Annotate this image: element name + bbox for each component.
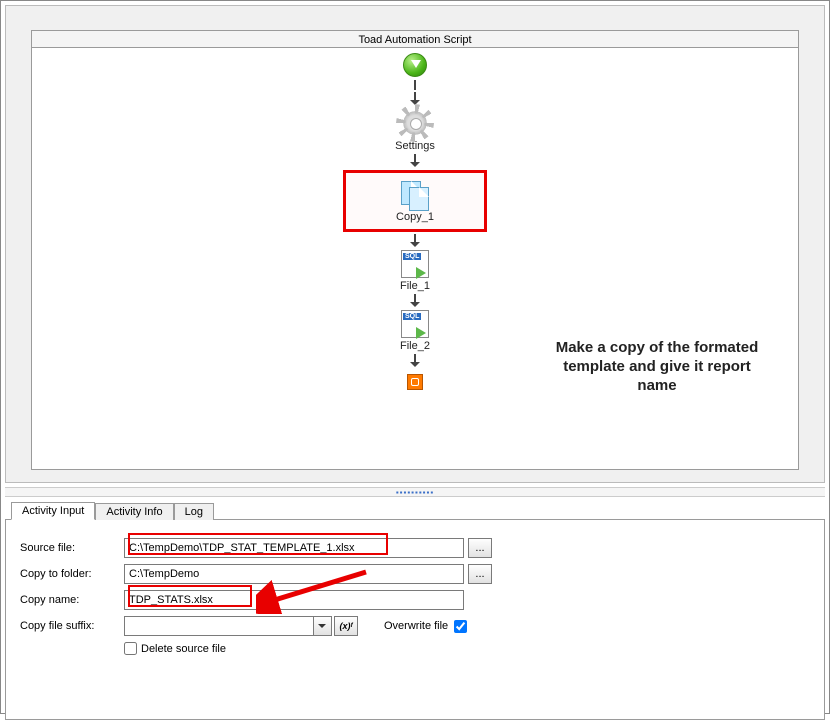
end-node[interactable] xyxy=(407,370,423,390)
canvas-title: Toad Automation Script xyxy=(31,30,799,48)
copy-name-input[interactable] xyxy=(124,590,464,610)
stop-icon xyxy=(407,374,423,390)
source-file-label: Source file: xyxy=(20,542,124,554)
delete-source-row[interactable]: Delete source file xyxy=(124,642,810,655)
overwrite-block[interactable]: Overwrite file xyxy=(384,620,467,633)
copy-node-selected[interactable]: Copy_1 xyxy=(343,170,487,232)
overwrite-label: Overwrite file xyxy=(384,620,448,632)
suffix-dropdown-button[interactable] xyxy=(314,616,332,636)
overwrite-checkbox[interactable] xyxy=(454,620,467,633)
sql-file-icon xyxy=(401,250,429,278)
tab-activity-info[interactable]: Activity Info xyxy=(95,503,173,520)
delete-source-label: Delete source file xyxy=(141,643,226,655)
delete-source-checkbox[interactable] xyxy=(124,642,137,655)
splitter-handle[interactable]: ▪▪▪▪▪▪▪▪▪▪ xyxy=(5,487,825,497)
browse-source-button[interactable]: ... xyxy=(468,538,492,558)
settings-node[interactable]: Settings xyxy=(395,108,435,152)
copy-file-icon xyxy=(399,181,431,209)
file2-label: File_2 xyxy=(400,340,430,352)
copy-name-label: Copy name: xyxy=(20,594,124,606)
file2-node[interactable]: File_2 xyxy=(400,310,430,352)
activity-input-panel: Source file: ... Copy to folder: ... Cop… xyxy=(5,520,825,720)
arrow-icon xyxy=(414,354,416,368)
start-node[interactable] xyxy=(403,53,427,77)
expression-button[interactable]: (x)ᶠ xyxy=(334,616,358,636)
suffix-row: Copy file suffix: (x)ᶠ Overwrite file xyxy=(20,616,810,636)
file1-node[interactable]: File_1 xyxy=(400,250,430,292)
tab-log[interactable]: Log xyxy=(174,503,214,520)
tabs-row: Activity Input Activity Info Log xyxy=(5,497,825,520)
connector xyxy=(414,80,416,90)
source-file-input[interactable] xyxy=(124,538,464,558)
annotation-text: Make a copy of the formated template and… xyxy=(548,339,766,395)
gear-icon xyxy=(400,108,430,138)
start-icon xyxy=(403,53,427,77)
sql-file-icon xyxy=(401,310,429,338)
copy-name-row: Copy name: xyxy=(20,590,810,610)
file1-label: File_1 xyxy=(400,280,430,292)
copy-to-row: Copy to folder: ... xyxy=(20,564,810,584)
suffix-input[interactable] xyxy=(124,616,314,636)
copy-label: Copy_1 xyxy=(396,211,434,223)
arrow-icon xyxy=(414,294,416,308)
arrow-icon xyxy=(414,234,416,248)
copy-to-input[interactable] xyxy=(124,564,464,584)
suffix-label: Copy file suffix: xyxy=(20,620,124,632)
tab-activity-input[interactable]: Activity Input xyxy=(11,502,95,520)
arrow-icon xyxy=(414,154,416,168)
designer-panel: Toad Automation Script Settings Copy_1 xyxy=(5,5,825,483)
copy-to-label: Copy to folder: xyxy=(20,568,124,580)
source-file-row: Source file: ... xyxy=(20,538,810,558)
browse-folder-button[interactable]: ... xyxy=(468,564,492,584)
automation-canvas[interactable]: Toad Automation Script Settings Copy_1 xyxy=(31,30,799,470)
